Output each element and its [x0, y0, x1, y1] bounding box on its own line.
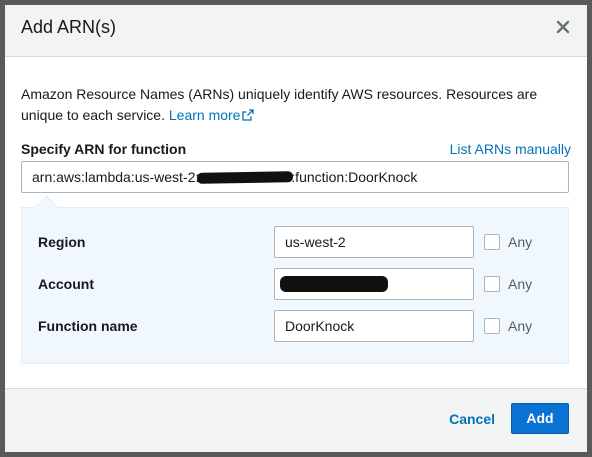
learn-more-label: Learn more: [168, 107, 241, 123]
checkbox-box[interactable]: [484, 234, 500, 250]
account-row: Account Any: [38, 268, 552, 300]
checkbox-box[interactable]: [484, 276, 500, 292]
account-input[interactable]: [274, 268, 474, 300]
arn-input[interactable]: arn:aws:lambda:us-west-2: :function:DoorK…: [21, 161, 569, 193]
learn-more-link[interactable]: Learn more: [169, 107, 255, 123]
panel-pointer: [34, 195, 59, 220]
arn-value-prefix: arn:aws:lambda:us-west-2:: [32, 169, 200, 185]
description: Amazon Resource Names (ARNs) uniquely id…: [21, 84, 571, 126]
description-text: Amazon Resource Names (ARNs) uniquely id…: [21, 86, 538, 123]
region-row: Region us-west-2 Any: [38, 226, 552, 258]
arn-label-row: Specify ARN for function List ARNs manua…: [21, 137, 571, 157]
arn-field-label: Specify ARN for function: [21, 141, 187, 157]
any-label: Any: [508, 276, 533, 292]
checkbox-box[interactable]: [484, 318, 500, 334]
dialog-body: Amazon Resource Names (ARNs) uniquely id…: [21, 57, 571, 364]
dialog-title: Add ARN(s): [21, 17, 117, 37]
arn-value-suffix: :function:DoorKnock: [291, 169, 418, 185]
any-label: Any: [508, 234, 533, 250]
close-icon[interactable]: [555, 19, 571, 35]
region-label: Region: [38, 234, 86, 250]
redaction-mark: [197, 171, 294, 184]
list-arns-manually-link[interactable]: List ARNs manually: [450, 141, 571, 157]
region-input[interactable]: us-west-2: [274, 226, 474, 258]
redaction-mark: [280, 276, 388, 292]
dialog-header: Add ARN(s): [5, 5, 587, 57]
add-button[interactable]: Add: [511, 403, 569, 434]
cancel-button[interactable]: Cancel: [449, 411, 495, 427]
external-link-icon: [242, 109, 255, 121]
arn-components-panel: Region us-west-2 Any Account Any Functio…: [21, 195, 569, 364]
add-arn-dialog: Add ARN(s) Amazon Resource Names (ARNs) …: [4, 4, 588, 453]
account-label: Account: [38, 276, 94, 292]
function-name-row: Function name DoorKnock Any: [38, 310, 552, 342]
dialog-footer: Cancel Add: [5, 388, 587, 452]
any-label: Any: [508, 318, 533, 334]
function-name-input[interactable]: DoorKnock: [274, 310, 474, 342]
function-name-label: Function name: [38, 318, 138, 334]
